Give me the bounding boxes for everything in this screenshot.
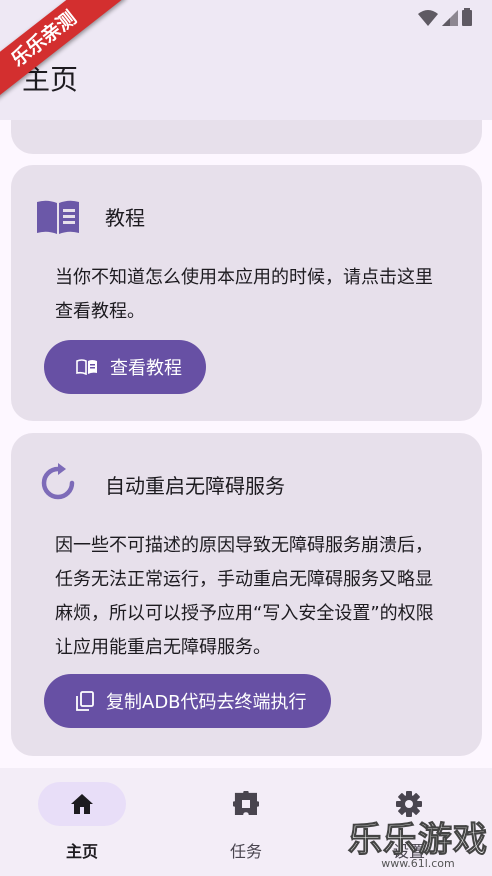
watermark-text: 乐乐游戏: [348, 820, 488, 861]
previous-card: [11, 120, 482, 154]
tutorial-description: 当你不知道怎么使用本应用的时候，请点击这里查看教程。: [55, 267, 433, 322]
nav-indicator: [38, 782, 126, 826]
refresh-icon: [33, 458, 83, 508]
tutorial-card: 教程 当你不知道怎么使用本应用的时候，请点击这里查看教程。 查看教程: [11, 165, 482, 421]
book-small-icon: [76, 359, 97, 375]
main-content[interactable]: 教程 当你不知道怎么使用本应用的时候，请点击这里查看教程。 查看教程 自动重启无…: [0, 120, 492, 768]
wifi-icon: [418, 10, 438, 26]
nav-item-home[interactable]: 主页: [17, 782, 147, 862]
badge-label: 乐乐亲测: [0, 0, 126, 108]
auto-restart-card: 自动重启无障碍服务 因一些不可描述的原因导致无障碍服务崩溃后，任务无法正常运行，…: [11, 433, 482, 756]
book-icon: [33, 192, 83, 242]
nav-item-tasks[interactable]: 任务: [181, 782, 311, 862]
home-icon: [71, 794, 93, 814]
battery-icon: [462, 8, 472, 26]
copy-icon: [76, 691, 94, 711]
watermark: 乐乐游戏 www.61l.com: [348, 812, 488, 871]
copy-adb-button[interactable]: 复制ADB代码去终端执行: [44, 674, 331, 728]
auto-restart-title: 自动重启无障碍服务: [105, 474, 285, 498]
tutorial-title: 教程: [105, 206, 145, 230]
puzzle-icon: [233, 791, 259, 816]
view-tutorial-label: 查看教程: [110, 358, 182, 379]
nav-icon-wrap: [202, 782, 290, 826]
status-icons: [418, 8, 472, 26]
corner-badge: 乐乐亲测: [0, 0, 150, 120]
nav-label-tasks: 任务: [229, 842, 262, 861]
nav-label-home: 主页: [65, 842, 98, 861]
signal-icon: [442, 10, 458, 26]
view-tutorial-button[interactable]: 查看教程: [44, 340, 206, 394]
auto-restart-description: 因一些不可描述的原因导致无障碍服务崩溃后，任务无法正常运行，手动重启无障碍服务又…: [55, 535, 434, 658]
copy-adb-label: 复制ADB代码去终端执行: [106, 692, 307, 713]
